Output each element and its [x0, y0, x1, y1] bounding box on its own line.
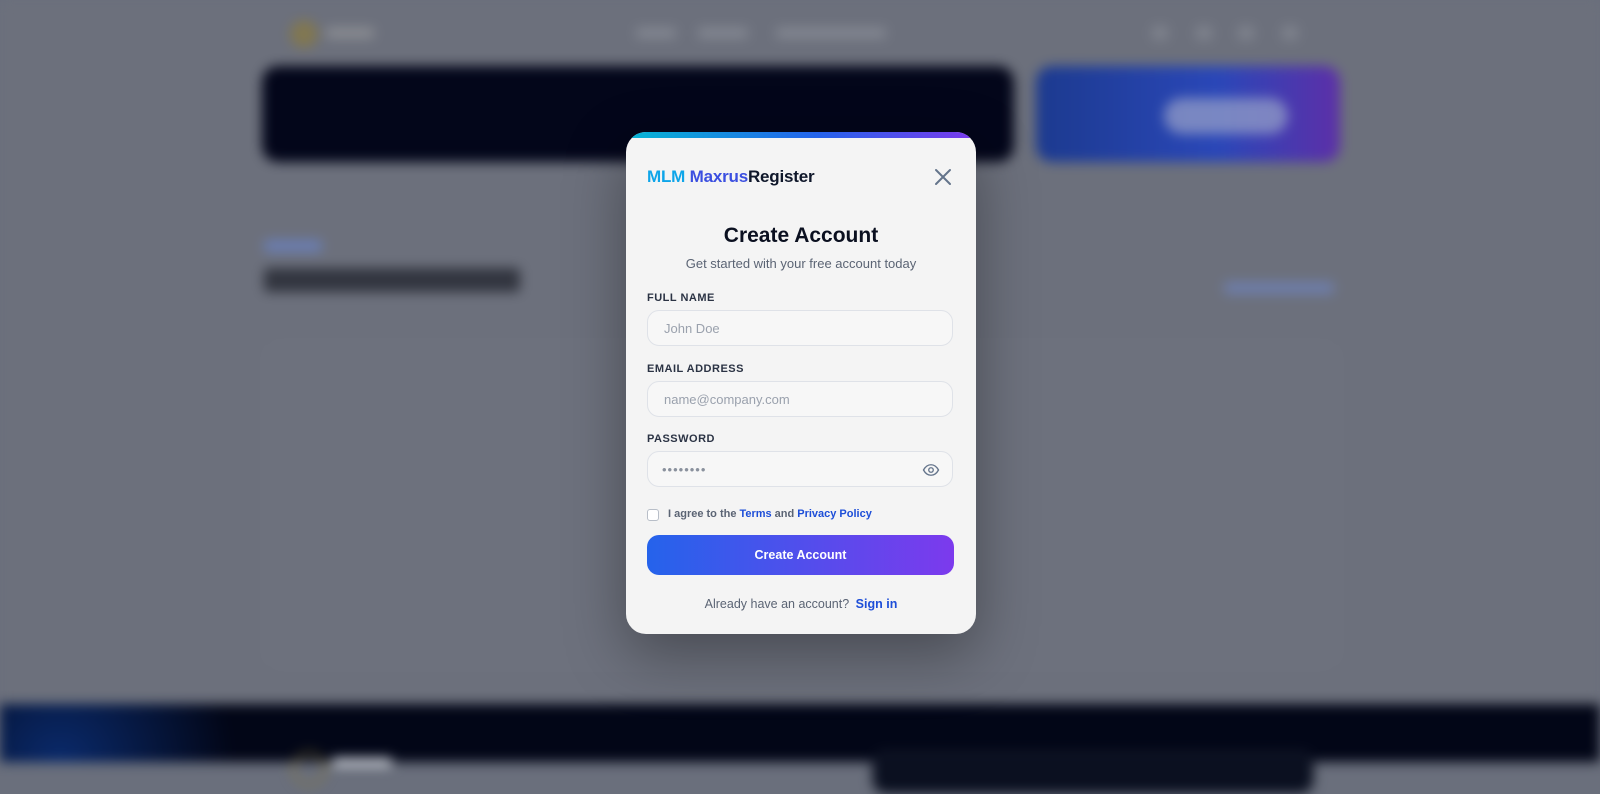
password-field[interactable]: ••••••••	[647, 451, 953, 487]
signin-prompt: Already have an account?	[704, 597, 850, 611]
modal-accent-bar	[626, 132, 976, 138]
background-section-tag	[264, 240, 322, 252]
terms-agreement: I agree to the Terms and Privacy Policy	[647, 507, 872, 521]
password-label: PASSWORD	[647, 433, 715, 445]
close-button[interactable]	[931, 165, 955, 189]
terms-prefix: I agree to the	[668, 508, 737, 520]
eye-icon	[922, 464, 940, 476]
modal-header: MLM Maxrus Register	[647, 165, 955, 189]
background-logo-text	[326, 28, 374, 38]
brand-title: MLM Maxrus Register	[647, 167, 815, 187]
full-name-field[interactable]	[647, 310, 953, 346]
terms-and: and	[774, 508, 795, 520]
background-section-link	[1224, 282, 1334, 294]
create-account-button[interactable]: Create Account	[647, 535, 954, 575]
modal-subtitle: Get started with your free account today	[685, 256, 917, 271]
toggle-password-button[interactable]	[922, 461, 940, 479]
background-logo	[290, 20, 318, 48]
full-name-input[interactable]	[662, 319, 938, 337]
background-banner-button	[1164, 98, 1288, 134]
background-nav-link	[698, 28, 748, 38]
terms-link[interactable]: Terms	[739, 508, 771, 520]
background-nav-link	[636, 28, 676, 38]
background-footer-text	[332, 758, 392, 766]
signin-row: Already have an account? Sign in	[626, 597, 976, 611]
brand-register: Register	[747, 167, 815, 186]
background-nav-icon	[1152, 26, 1168, 40]
background-footer-box	[872, 752, 1314, 794]
background-nav-icon	[1282, 26, 1298, 40]
modal-title: Create Account	[723, 224, 879, 247]
register-modal: MLM Maxrus Register Create Account Get st…	[626, 132, 976, 634]
background-section-heading	[264, 268, 520, 292]
terms-checkbox[interactable]	[647, 509, 659, 521]
privacy-policy-link[interactable]: Privacy Policy	[797, 508, 872, 520]
email-label: EMAIL ADDRESS	[647, 363, 744, 375]
full-name-label: FULL NAME	[647, 292, 715, 304]
email-input[interactable]	[662, 390, 938, 408]
close-icon	[935, 169, 951, 185]
background-nav-icon	[1238, 26, 1254, 40]
brand-mlm: MLM	[647, 167, 686, 186]
background-footer-glow	[0, 704, 300, 762]
brand-maxrus: Maxrus	[689, 167, 749, 186]
background-nav-link	[776, 28, 886, 38]
sign-in-link[interactable]: Sign in	[856, 597, 898, 611]
background-nav-icon	[1196, 26, 1212, 40]
background-footer-logo	[292, 752, 326, 786]
password-input[interactable]: ••••••••	[662, 462, 706, 477]
email-field[interactable]	[647, 381, 953, 417]
